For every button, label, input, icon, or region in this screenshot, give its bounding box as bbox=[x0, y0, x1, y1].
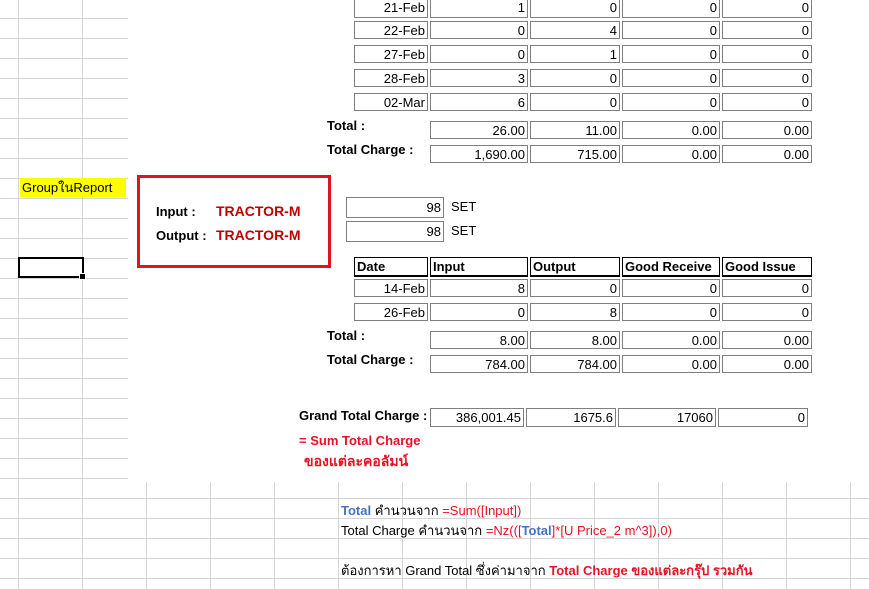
g2-header-good-receive: Good Receive bbox=[622, 257, 720, 277]
g1-row1-good-issue[interactable]: 0 bbox=[722, 0, 812, 18]
note-line-1-formula: =Sum([Input]) bbox=[442, 503, 522, 518]
g1-row2-date[interactable]: 22-Feb bbox=[354, 21, 428, 39]
note-line-3-text: ต้องการหา Grand Total ซึ่งค่ามาจาก bbox=[341, 563, 546, 578]
g2-row1-good-issue[interactable]: 0 bbox=[722, 279, 812, 297]
grand-total-output[interactable]: 1675.6 bbox=[526, 408, 616, 427]
g1-row3-good-issue[interactable]: 0 bbox=[722, 45, 812, 63]
g1-row4-good-issue[interactable]: 0 bbox=[722, 69, 812, 87]
note-line-2-text: Total Charge คำนวนจาก bbox=[341, 523, 483, 538]
grand-total-good-receive[interactable]: 17060 bbox=[618, 408, 716, 427]
note-line-2-formula-total: Total bbox=[521, 523, 552, 538]
g2-row2-date[interactable]: 26-Feb bbox=[354, 303, 428, 321]
note-line-3: ต้องการหา Grand Total ซึ่งค่ามาจาก Total… bbox=[341, 560, 753, 581]
group-tag-cell[interactable]: GroupในReport bbox=[20, 178, 126, 197]
grand-total-label: Grand Total Charge : bbox=[299, 408, 428, 423]
g1-row1-date[interactable]: 21-Feb bbox=[354, 0, 428, 18]
g1-row4-date[interactable]: 28-Feb bbox=[354, 69, 428, 87]
g2-row2-good-receive[interactable]: 0 bbox=[622, 303, 720, 321]
g2-input-value: TRACTOR-M bbox=[216, 203, 301, 219]
g2-input-qty[interactable]: 98 bbox=[346, 197, 444, 218]
selected-cell[interactable] bbox=[18, 257, 86, 280]
g2-header-input: Input bbox=[430, 257, 528, 277]
g1-total-charge-label: Total Charge : bbox=[327, 142, 414, 157]
g1-row1-good-receive[interactable]: 0 bbox=[622, 0, 720, 18]
g2-row1-output[interactable]: 0 bbox=[530, 279, 620, 297]
g2-row2-good-issue[interactable]: 0 bbox=[722, 303, 812, 321]
note-line-1: Total คำนวนจาก =Sum([Input]) bbox=[341, 500, 521, 521]
g1-row2-good-receive[interactable]: 0 bbox=[622, 21, 720, 39]
g1-charge-input[interactable]: 1,690.00 bbox=[430, 145, 528, 163]
g1-charge-output[interactable]: 715.00 bbox=[530, 145, 620, 163]
g2-output-value: TRACTOR-M bbox=[216, 227, 301, 243]
g2-total-charge-label: Total Charge : bbox=[327, 352, 414, 367]
note-line-3-highlight: Total Charge ของแต่ละกรุ๊ป รวมกัน bbox=[549, 563, 753, 578]
g1-row5-good-issue[interactable]: 0 bbox=[722, 93, 812, 111]
g1-total-label: Total : bbox=[327, 118, 366, 133]
g1-row4-output[interactable]: 0 bbox=[530, 69, 620, 87]
g1-row1-output[interactable]: 0 bbox=[530, 0, 620, 18]
g1-total-good-receive[interactable]: 0.00 bbox=[622, 121, 720, 139]
g1-total-good-issue[interactable]: 0.00 bbox=[722, 121, 812, 139]
g1-row5-good-receive[interactable]: 0 bbox=[622, 93, 720, 111]
g1-row2-input[interactable]: 0 bbox=[430, 21, 528, 39]
g2-header-good-issue: Good Issue bbox=[722, 257, 812, 277]
g2-output-label: Output : bbox=[156, 228, 207, 243]
g2-output-qty[interactable]: 98 bbox=[346, 221, 444, 242]
grand-total-note-2: ของแต่ละคอลัมน์ bbox=[304, 453, 409, 469]
grand-total-note-1: = Sum Total Charge bbox=[299, 433, 421, 448]
g1-row2-good-issue[interactable]: 0 bbox=[722, 21, 812, 39]
note-line-2: Total Charge คำนวนจาก =Nz(([Total]*[U Pr… bbox=[341, 520, 672, 541]
g2-total-input[interactable]: 8.00 bbox=[430, 331, 528, 349]
g2-row2-input[interactable]: 0 bbox=[430, 303, 528, 321]
g2-row2-output[interactable]: 8 bbox=[530, 303, 620, 321]
g1-row3-good-receive[interactable]: 0 bbox=[622, 45, 720, 63]
g2-output-unit: SET bbox=[451, 223, 477, 238]
g1-row5-date[interactable]: 02-Mar bbox=[354, 93, 428, 111]
g2-total-label: Total : bbox=[327, 328, 366, 343]
grand-total-input[interactable]: 386,001.45 bbox=[430, 408, 524, 427]
g2-total-output[interactable]: 8.00 bbox=[530, 331, 620, 349]
group-header-highlight-box bbox=[137, 175, 331, 268]
note-line-1-keyword: Total bbox=[341, 503, 372, 518]
g2-total-good-issue[interactable]: 0.00 bbox=[722, 331, 812, 349]
g2-charge-good-receive[interactable]: 0.00 bbox=[622, 355, 720, 373]
g1-row1-input[interactable]: 1 bbox=[430, 0, 528, 18]
g2-header-output: Output bbox=[530, 257, 620, 277]
g1-total-input[interactable]: 26.00 bbox=[430, 121, 528, 139]
g1-row3-input[interactable]: 0 bbox=[430, 45, 528, 63]
g2-row1-date[interactable]: 14-Feb bbox=[354, 279, 428, 297]
g2-total-good-receive[interactable]: 0.00 bbox=[622, 331, 720, 349]
g1-row3-output[interactable]: 1 bbox=[530, 45, 620, 63]
g2-input-label: Input : bbox=[156, 204, 196, 219]
g2-row1-input[interactable]: 8 bbox=[430, 279, 528, 297]
g1-charge-good-issue[interactable]: 0.00 bbox=[722, 145, 812, 163]
g2-charge-output[interactable]: 784.00 bbox=[530, 355, 620, 373]
g1-row4-input[interactable]: 3 bbox=[430, 69, 528, 87]
grand-total-good-issue[interactable]: 0 bbox=[718, 408, 808, 427]
g1-row4-good-receive[interactable]: 0 bbox=[622, 69, 720, 87]
g1-row3-date[interactable]: 27-Feb bbox=[354, 45, 428, 63]
note-line-1-text: คำนวนจาก bbox=[374, 503, 439, 518]
g2-charge-input[interactable]: 784.00 bbox=[430, 355, 528, 373]
g2-input-unit: SET bbox=[451, 199, 477, 214]
note-line-2-formula-a: =Nz(([ bbox=[485, 523, 522, 538]
g1-row5-input[interactable]: 6 bbox=[430, 93, 528, 111]
g2-charge-good-issue[interactable]: 0.00 bbox=[722, 355, 812, 373]
g1-total-output[interactable]: 11.00 bbox=[530, 121, 620, 139]
g2-header-date: Date bbox=[354, 257, 428, 277]
g1-row2-output[interactable]: 4 bbox=[530, 21, 620, 39]
note-line-2-formula-b: ]*[U Price_2 m^3]),0) bbox=[551, 523, 672, 538]
g1-row5-output[interactable]: 0 bbox=[530, 93, 620, 111]
g1-charge-good-receive[interactable]: 0.00 bbox=[622, 145, 720, 163]
g2-row1-good-receive[interactable]: 0 bbox=[622, 279, 720, 297]
